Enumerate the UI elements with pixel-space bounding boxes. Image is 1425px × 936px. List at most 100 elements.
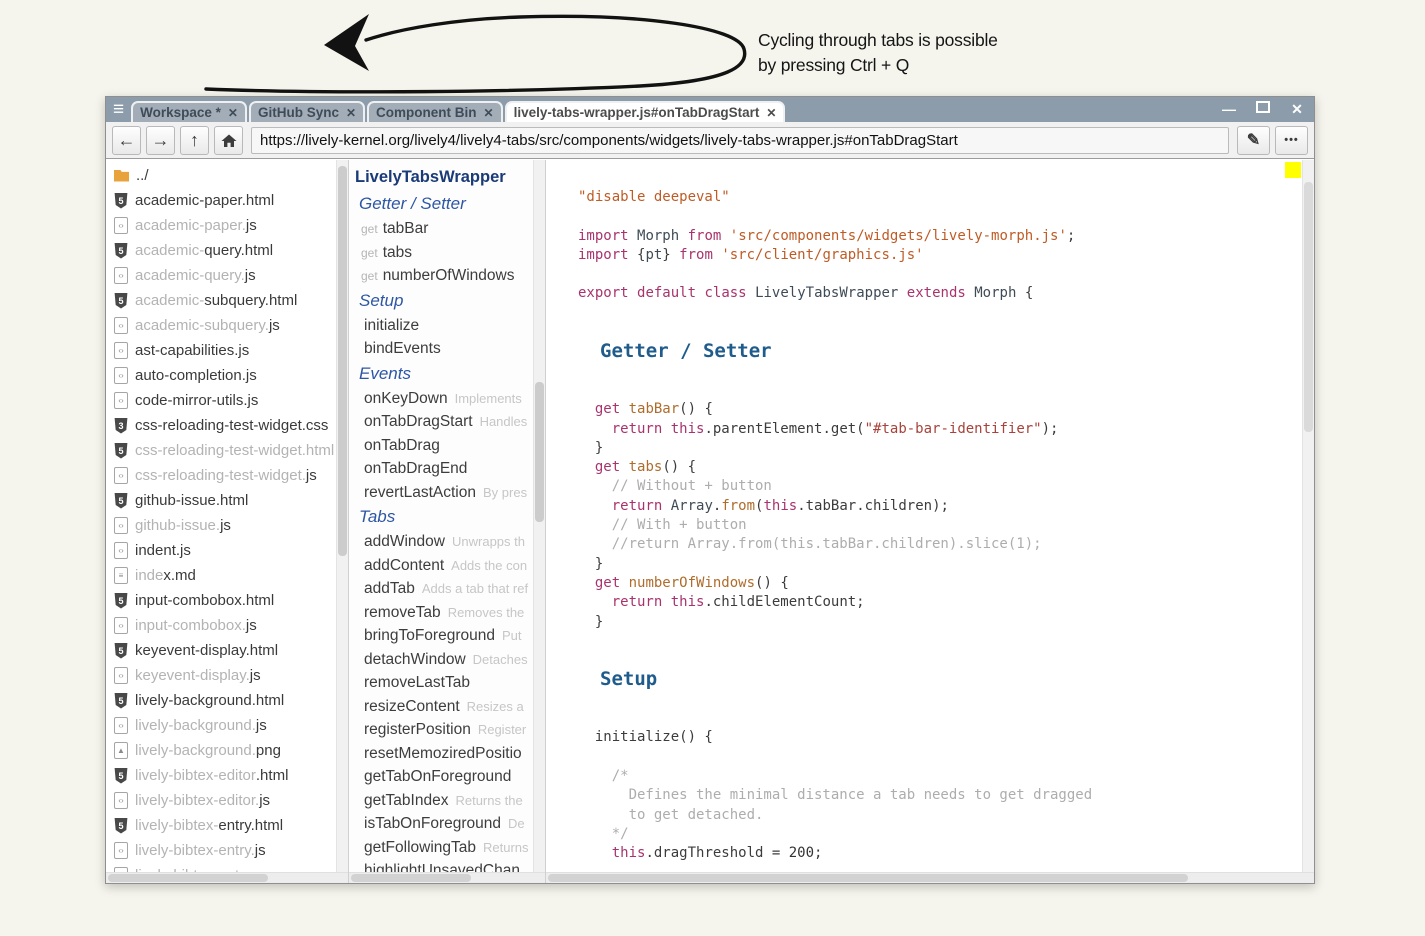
file-item[interactable]: ‹›lively-bibtex-entry.js xyxy=(114,838,348,863)
outline-item[interactable]: resetMemoziredPositio xyxy=(349,742,545,766)
back-button[interactable]: ← xyxy=(112,126,141,155)
file-list-vertical-scrollbar[interactable] xyxy=(336,160,348,873)
outline-item[interactable]: bringToForegroundPut xyxy=(349,624,545,648)
maximize-icon[interactable] xyxy=(1254,97,1272,122)
html-file-icon: 5 xyxy=(114,643,128,659)
outline-item[interactable]: Events xyxy=(349,361,545,387)
url-input[interactable] xyxy=(251,127,1229,154)
outline-item[interactable]: getnumberOfWindows xyxy=(349,264,545,288)
close-icon[interactable]: ✕ xyxy=(1288,97,1306,122)
outline-item[interactable]: detachWindowDetaches xyxy=(349,648,545,672)
file-item[interactable]: 5input-combobox.html xyxy=(114,588,348,613)
outline-item[interactable]: LivelyTabsWrapper xyxy=(349,164,545,191)
outline-item[interactable]: getTabOnForeground xyxy=(349,765,545,789)
scrollbar-thumb[interactable] xyxy=(338,166,347,556)
code-horizontal-scrollbar[interactable] xyxy=(546,872,1314,883)
scrollbar-thumb[interactable] xyxy=(548,874,1188,882)
tab-close-icon[interactable]: ✕ xyxy=(766,106,776,120)
file-item[interactable]: ‹›academic-paper.js xyxy=(114,213,348,238)
forward-button[interactable]: → xyxy=(146,126,175,155)
outline-item[interactable]: onKeyDownImplements xyxy=(349,387,545,411)
file-item[interactable]: 5lively-bibtex-editor.html xyxy=(114,763,348,788)
outline-item[interactable]: Tabs xyxy=(349,504,545,530)
file-item[interactable]: ‹›lively-background.js xyxy=(114,713,348,738)
scrollbar-thumb[interactable] xyxy=(1304,182,1313,432)
outline-item[interactable]: addTabAdds a tab that ref xyxy=(349,577,545,601)
file-item[interactable]: ▲lively-background.png xyxy=(114,738,348,763)
file-item[interactable]: ‹›code-mirror-utils.js xyxy=(114,388,348,413)
folder-file-icon xyxy=(114,170,129,182)
edit-button[interactable]: ✎ xyxy=(1237,126,1270,155)
outline-item-label: LivelyTabsWrapper xyxy=(355,168,506,186)
code-editor[interactable]: "disable deepeval" import Morph from 'sr… xyxy=(546,160,1314,883)
outline-item[interactable]: gettabs xyxy=(349,241,545,265)
outline-item[interactable]: registerPositionRegister xyxy=(349,718,545,742)
hamburger-menu-icon[interactable]: ≡ xyxy=(106,98,130,121)
scrollbar-annotation-marker[interactable] xyxy=(1285,162,1301,178)
file-item[interactable]: 5css-reloading-test-widget.html xyxy=(114,438,348,463)
tab-close-icon[interactable]: ✕ xyxy=(484,106,494,120)
file-name-part: inde xyxy=(135,567,163,584)
file-item[interactable]: 5keyevent-display.html xyxy=(114,638,348,663)
window-titlebar[interactable]: ≡ Workspace *✕GitHub Sync✕Component Bin✕… xyxy=(106,97,1314,122)
code-line xyxy=(578,632,1314,651)
scrollbar-thumb[interactable] xyxy=(351,874,471,882)
file-item[interactable]: 5academic-subquery.html xyxy=(114,288,348,313)
outline-item-label: isTabOnForeground xyxy=(364,815,501,832)
file-item[interactable]: 3css-reloading-test-widget.css xyxy=(114,413,348,438)
window-tab[interactable]: GitHub Sync✕ xyxy=(249,101,365,122)
outline-item[interactable]: removeTabRemoves the xyxy=(349,601,545,625)
file-item[interactable]: ‹›css-reloading-test-widget.js xyxy=(114,463,348,488)
file-item[interactable]: ‹›academic-subquery.js xyxy=(114,313,348,338)
file-item[interactable]: ‹›github-issue.js xyxy=(114,513,348,538)
outline-item[interactable]: getTabIndexReturns the xyxy=(349,789,545,813)
file-item[interactable]: ‹›academic-query.js xyxy=(114,263,348,288)
outline-item[interactable]: gettabBar xyxy=(349,217,545,241)
file-item[interactable]: ‹›input-combobox.js xyxy=(114,613,348,638)
home-button[interactable] xyxy=(214,126,243,155)
up-button[interactable]: ↑ xyxy=(180,126,209,155)
more-button[interactable]: ••• xyxy=(1275,126,1308,155)
file-item[interactable]: ≡index.md xyxy=(114,563,348,588)
code-editor-pane[interactable]: "disable deepeval" import Morph from 'sr… xyxy=(546,160,1314,883)
code-section-heading: Setup xyxy=(578,670,1314,689)
file-item[interactable]: 5academic-query.html xyxy=(114,238,348,263)
outline-item[interactable]: removeLastTab xyxy=(349,671,545,695)
window-tab[interactable]: Workspace *✕ xyxy=(131,101,247,122)
file-item[interactable]: ‹›indent.js xyxy=(114,538,348,563)
outline-item[interactable]: revertLastActionBy pres xyxy=(349,481,545,505)
code-vertical-scrollbar[interactable] xyxy=(1302,160,1314,873)
scrollbar-thumb[interactable] xyxy=(535,382,544,522)
outline-item[interactable]: Setup xyxy=(349,288,545,314)
outline-item[interactable]: onTabDragEnd xyxy=(349,457,545,481)
outline-item[interactable]: getFollowingTabReturns xyxy=(349,836,545,860)
outline-item[interactable]: onTabDragStartHandles xyxy=(349,410,545,434)
file-name-part: js xyxy=(256,717,267,734)
outline-item[interactable]: addContentAdds the con xyxy=(349,554,545,578)
file-item[interactable]: ‹›auto-completion.js xyxy=(114,363,348,388)
outline-item[interactable]: initialize xyxy=(349,314,545,338)
outline-item[interactable]: Getter / Setter xyxy=(349,191,545,217)
scrollbar-thumb[interactable] xyxy=(108,874,268,882)
outline-vertical-scrollbar[interactable] xyxy=(533,160,545,873)
window-tab[interactable]: Component Bin✕ xyxy=(367,101,503,122)
outline-item[interactable]: bindEvents xyxy=(349,337,545,361)
file-list-horizontal-scrollbar[interactable] xyxy=(106,872,348,883)
file-item[interactable]: 5academic-paper.html xyxy=(114,188,348,213)
file-item[interactable]: ‹›ast-capabilities.js xyxy=(114,338,348,363)
file-item[interactable]: 5lively-background.html xyxy=(114,688,348,713)
outline-horizontal-scrollbar[interactable] xyxy=(349,872,545,883)
outline-item[interactable]: onTabDrag xyxy=(349,434,545,458)
minimize-icon[interactable]: — xyxy=(1220,97,1238,122)
file-item[interactable]: 5github-issue.html xyxy=(114,488,348,513)
outline-item[interactable]: addWindowUnwrapps th xyxy=(349,530,545,554)
file-item[interactable]: ‹›lively-bibtex-editor.js xyxy=(114,788,348,813)
tab-close-icon[interactable]: ✕ xyxy=(228,106,238,120)
window-tab[interactable]: lively-tabs-wrapper.js#onTabDragStart✕ xyxy=(505,101,786,122)
tab-close-icon[interactable]: ✕ xyxy=(346,106,356,120)
file-item[interactable]: 5lively-bibtex-entry.html xyxy=(114,813,348,838)
outline-item[interactable]: isTabOnForegroundDe xyxy=(349,812,545,836)
file-item[interactable]: ‹›keyevent-display.js xyxy=(114,663,348,688)
outline-item[interactable]: resizeContentResizes a xyxy=(349,695,545,719)
file-item[interactable]: ../ xyxy=(114,163,348,188)
